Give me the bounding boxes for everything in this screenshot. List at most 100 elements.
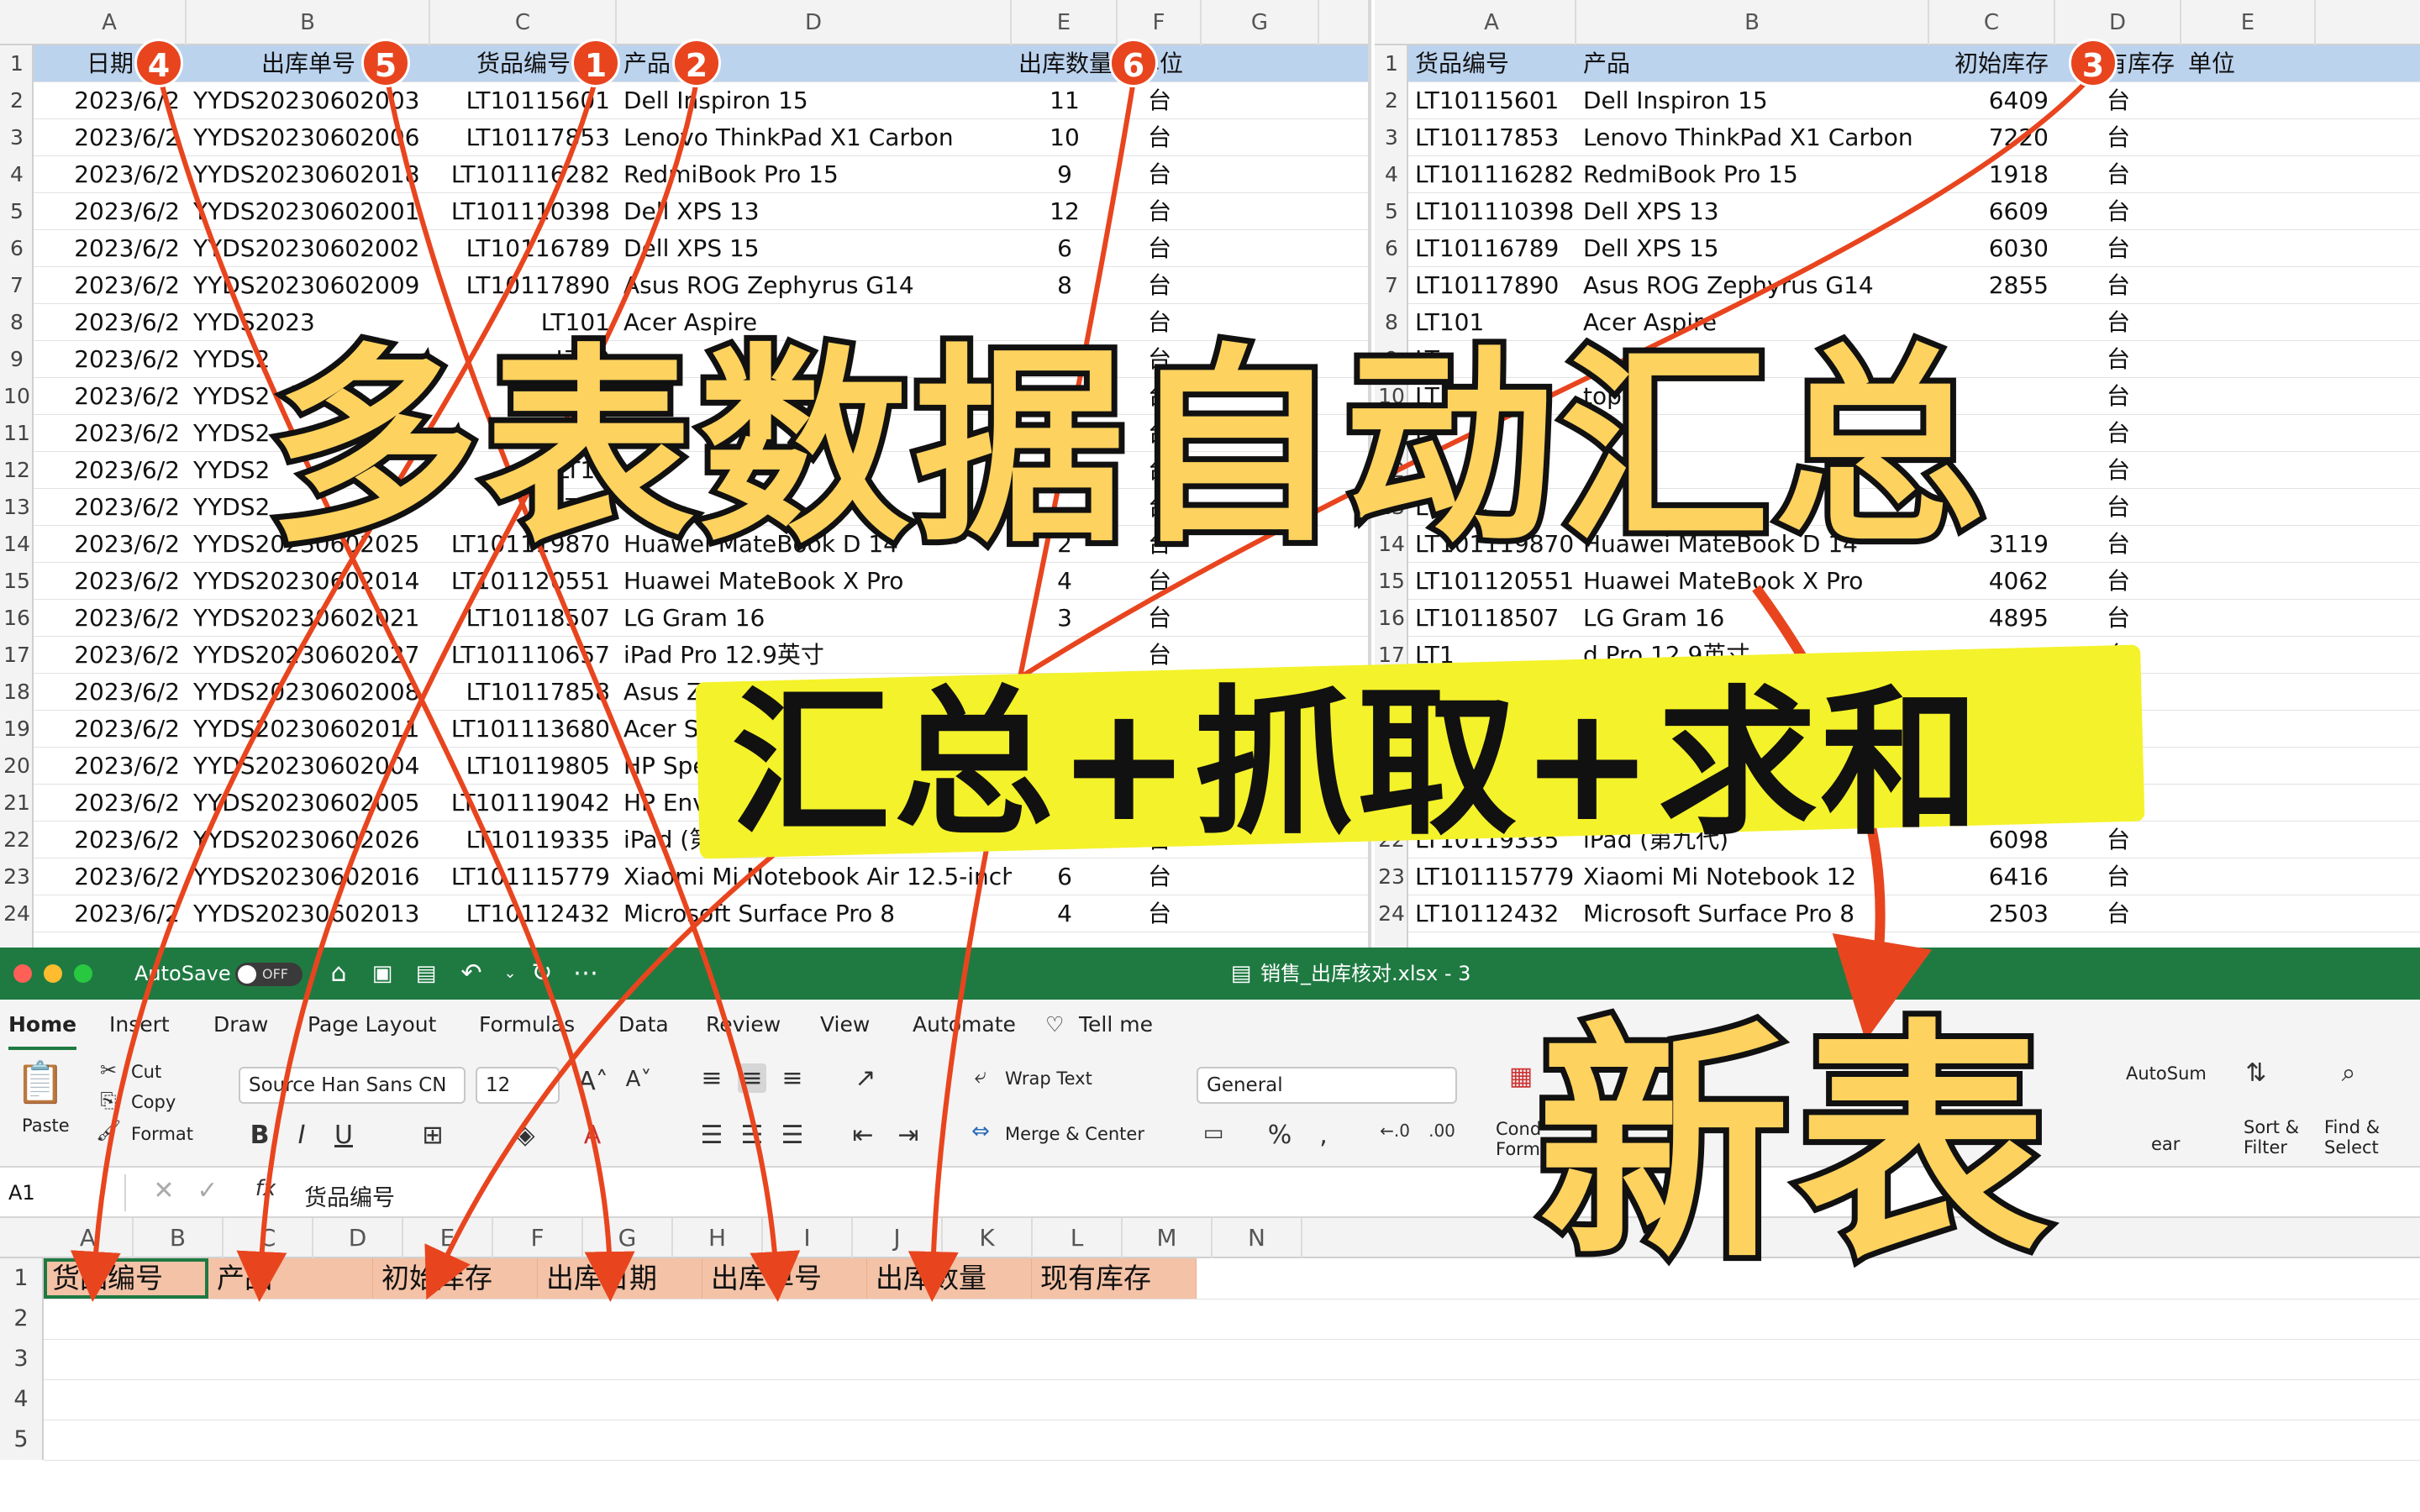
undo-icon[interactable]: ↶ [457,959,486,988]
formula-input[interactable]: 货品编号 [304,1179,395,1212]
row-number[interactable]: 18 [1375,674,1408,711]
row-number[interactable]: 22 [0,822,34,858]
table-cell[interactable]: LT101110398 [430,193,617,230]
table-cell[interactable] [1408,674,1576,711]
table-cell[interactable]: 台 [1118,452,1202,489]
table-cell[interactable]: LT10115601 [430,82,617,119]
table-cell[interactable] [617,415,1012,452]
table-cell[interactable]: RedmiBook Pro 15 [1576,156,1929,193]
maximize-window-icon[interactable] [74,964,92,983]
row-number[interactable]: 5 [0,193,34,230]
row-number[interactable]: 2 [0,82,34,119]
redo-icon[interactable]: ↻ [528,959,556,988]
row-number[interactable]: 12 [1375,452,1408,489]
table-cell[interactable]: 2023/6/2 [34,748,187,785]
table-cell[interactable]: LT101115779 [430,858,617,895]
row-number[interactable]: 8 [0,304,34,341]
table-cell[interactable]: 台 [1118,415,1202,452]
comma-icon[interactable]: , [1311,1121,1336,1150]
row-number[interactable]: 19 [1375,711,1408,748]
table-cell[interactable]: 台 [2055,267,2181,304]
table-cell[interactable]: 台 [1118,858,1202,895]
find-select-label-1[interactable]: Find & [2324,1117,2380,1137]
row-number[interactable]: 13 [1375,489,1408,526]
right-col-C[interactable]: C [1929,0,2055,45]
align-top-icon[interactable]: ≡ [697,1063,726,1093]
table-cell[interactable]: YYDS20230602003 [187,82,430,119]
column-header[interactable]: I [763,1218,853,1258]
table-cell[interactable]: LG Gram 16 [617,600,1012,637]
table-cell[interactable]: LT10117890 [1408,267,1576,304]
column-header[interactable]: F [493,1218,583,1258]
right-col-E[interactable]: E [2181,0,2316,45]
table-cell[interactable] [1576,489,1929,526]
table-cell[interactable]: YYDS2 [187,378,430,415]
row-number[interactable]: 24 [1375,895,1408,932]
row-number[interactable]: 20 [1375,748,1408,785]
table-cell[interactable]: LT10116789 [430,230,617,267]
table-cell[interactable]: 台 [2055,637,2181,674]
row-number[interactable]: 6 [0,230,34,267]
column-header[interactable]: K [943,1218,1033,1258]
table-cell[interactable] [1576,674,1929,711]
find-select-label-2[interactable]: Select [2324,1137,2379,1158]
table-cell[interactable] [1929,748,2055,785]
increase-indent-icon[interactable]: ⇥ [894,1121,923,1150]
row-number[interactable]: 14 [1375,526,1408,563]
font-size-select[interactable]: 12 [476,1067,560,1104]
table-cell[interactable]: 6 [1012,858,1118,895]
borders-icon[interactable]: ⊞ [420,1121,445,1150]
table-cell[interactable]: 台 [1118,600,1202,637]
autosave-toggle[interactable]: OFF [235,963,302,986]
tab-formulas[interactable]: Formulas [479,1000,575,1050]
table-cell[interactable]: LT101110657 [430,637,617,674]
table-cell[interactable]: 台 [2055,378,2181,415]
table-cell[interactable]: YYDS20230602026 [187,822,430,858]
row-number[interactable]: 2 [1375,82,1408,119]
row-number[interactable]: 19 [0,711,34,748]
table-cell[interactable]: 台 [1118,193,1202,230]
table-cell[interactable]: 6609 [1929,193,2055,230]
table-cell[interactable]: 台 [2055,489,2181,526]
table-cell[interactable]: YYDS20230602013 [187,895,430,932]
tell-me[interactable]: Tell me [1079,1000,1153,1050]
table-cell[interactable]: 1918 [1929,156,2055,193]
table-cell[interactable]: 2023/6/2 [34,304,187,341]
table-cell[interactable]: 台 [2055,452,2181,489]
row-number[interactable]: 16 [0,600,34,637]
row-number[interactable]: 18 [0,674,34,711]
table-cell[interactable] [1012,378,1118,415]
row-number[interactable]: 23 [1375,858,1408,895]
table-cell[interactable]: 6409 [1929,82,2055,119]
left-col-B[interactable]: B [187,0,430,45]
table-cell[interactable]: 2023/6/2 [34,563,187,600]
row-number[interactable]: 21 [0,785,34,822]
header-cell[interactable]: 产品 [208,1258,373,1299]
tab-view[interactable]: View [820,1000,870,1050]
table-cell[interactable]: Huawei MateBook D 14 [617,526,1012,563]
table-cell[interactable]: Acer Aspire [1576,304,1929,341]
table-cell[interactable]: Dell Inspiron 15 [617,82,1012,119]
table-cell[interactable]: 2023/6/2 [34,822,187,858]
table-cell[interactable]: Dell XPS 13 [617,193,1012,230]
home-icon[interactable]: ⌂ [324,959,353,988]
table-cell[interactable]: LT10 [430,341,617,378]
table-cell[interactable] [1929,378,2055,415]
row-number[interactable]: 24 [0,895,34,932]
increase-font-icon[interactable]: A˄ [576,1067,610,1096]
table-cell[interactable]: 台 [1118,267,1202,304]
table-cell[interactable]: 3 [1012,600,1118,637]
table-cell[interactable]: 2 [1012,526,1118,563]
column-header[interactable]: L [1033,1218,1123,1258]
clear-button[interactable]: ear [2151,1134,2180,1154]
header-cell[interactable]: 产品 [617,45,1012,82]
table-cell[interactable]: 3119 [1929,526,2055,563]
table-cell[interactable]: 台 [1118,489,1202,526]
tab-review[interactable]: Review [706,1000,781,1050]
table-cell[interactable] [1576,452,1929,489]
table-cell[interactable]: 台 [1118,230,1202,267]
merge-center-button[interactable]: Merge & Center [1005,1124,1144,1144]
right-col-A[interactable]: A [1408,0,1576,45]
merge-center-icon[interactable]: ⇔ [966,1119,995,1144]
table-cell[interactable] [617,341,1012,378]
